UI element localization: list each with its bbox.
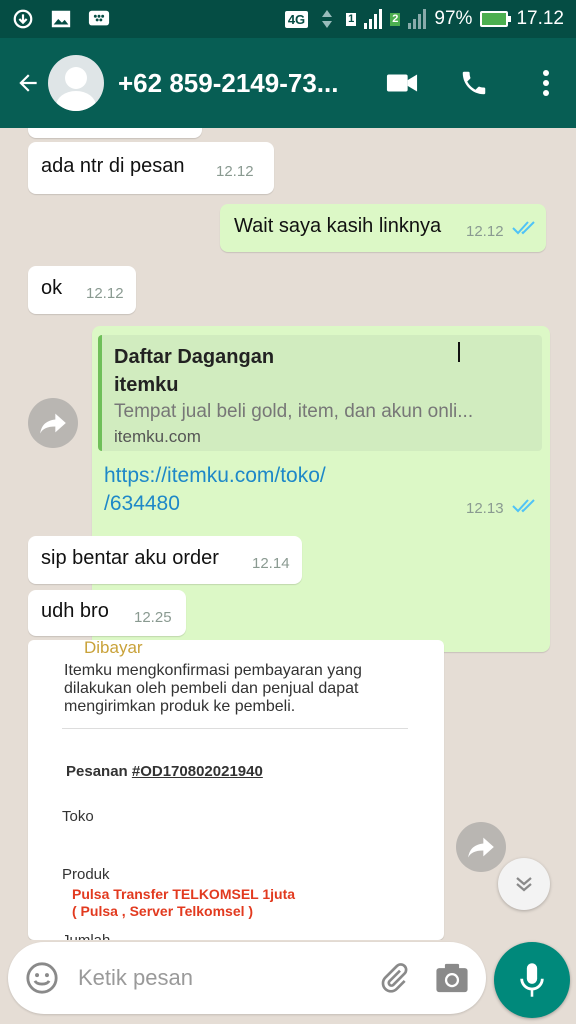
forward-button[interactable] bbox=[456, 822, 506, 872]
link-preview-domain: itemku.com bbox=[114, 427, 201, 446]
link-preview-title-2: itemku bbox=[114, 374, 179, 396]
image-divider bbox=[62, 728, 408, 729]
message-bubble-partial bbox=[28, 128, 202, 138]
attach-icon[interactable] bbox=[376, 960, 412, 996]
link-line[interactable]: /634480 bbox=[104, 490, 326, 518]
link-line[interactable]: https://itemku.com/toko/ bbox=[104, 462, 326, 490]
forward-icon bbox=[468, 837, 494, 858]
chat-header: +62 859-2149-73... bbox=[0, 38, 576, 128]
message-time: 12.13 bbox=[466, 500, 504, 517]
message-link[interactable]: https://itemku.com/toko/ /634480 bbox=[104, 462, 326, 518]
bbm-icon bbox=[88, 8, 110, 30]
more-options-icon[interactable] bbox=[530, 67, 562, 99]
signal-icon bbox=[364, 9, 383, 29]
message-text: sip bentar aku order bbox=[41, 547, 219, 569]
chevron-double-down-icon bbox=[516, 877, 532, 892]
image-icon bbox=[50, 8, 72, 30]
message-incoming[interactable]: udh bro 12.25 bbox=[28, 590, 186, 636]
sim1-badge: 1 bbox=[346, 12, 357, 26]
image-paragraph: Itemku mengkonfirmasi pembayaran yang di… bbox=[64, 662, 362, 715]
message-incoming[interactable]: sip bentar aku order 12.14 bbox=[28, 536, 302, 584]
read-ticks-icon bbox=[512, 220, 538, 241]
link-preview-title: Daftar Dagangan bbox=[114, 346, 275, 368]
message-text: ok bbox=[41, 277, 63, 299]
battery-icon bbox=[480, 11, 512, 27]
message-text: Wait saya kasih linknya bbox=[234, 215, 442, 237]
mic-button[interactable] bbox=[494, 942, 570, 1018]
clock: 17.12 bbox=[516, 8, 564, 29]
battery-percent: 97% bbox=[434, 8, 473, 29]
link-preview-card[interactable]: Daftar Dagangan itemku Tempat jual beli … bbox=[98, 335, 542, 451]
order-label: Pesanan bbox=[66, 763, 128, 780]
avatar[interactable] bbox=[48, 55, 104, 111]
status-notifications bbox=[12, 8, 110, 30]
header-actions bbox=[386, 67, 562, 99]
message-time: 12.12 bbox=[216, 163, 254, 180]
network-badge: 4G bbox=[284, 10, 309, 28]
emoji-icon[interactable] bbox=[24, 960, 60, 996]
order-id: #OD170802021940 bbox=[131, 763, 263, 780]
message-time: 12.12 bbox=[466, 223, 504, 240]
product-line: Pulsa Transfer TELKOMSEL 1juta bbox=[72, 886, 296, 902]
image-product-value: Pulsa Transfer TELKOMSEL 1juta ( Pulsa ,… bbox=[72, 886, 295, 920]
status-system: 4G 1 2 97% 17.12 bbox=[284, 8, 564, 30]
message-input[interactable] bbox=[78, 965, 376, 991]
image-shop-label: Toko bbox=[62, 808, 94, 825]
video-call-icon[interactable] bbox=[386, 67, 418, 99]
mic-icon bbox=[520, 963, 544, 997]
scroll-to-bottom-button[interactable] bbox=[498, 858, 550, 910]
message-composer bbox=[8, 942, 486, 1014]
signal-icon-2 bbox=[408, 9, 427, 29]
back-arrow-icon[interactable] bbox=[14, 69, 42, 97]
message-incoming[interactable]: ok 12.12 bbox=[28, 266, 136, 314]
message-time: 12.12 bbox=[86, 285, 124, 302]
image-amount-label: Jumlah bbox=[62, 932, 110, 940]
message-time: 12.25 bbox=[134, 609, 172, 626]
link-preview-description: Tempat jual beli gold, item, dan akun on… bbox=[114, 401, 474, 422]
message-time: 12.14 bbox=[252, 555, 290, 572]
forward-button[interactable] bbox=[28, 398, 78, 448]
message-text: ada ntr di pesan bbox=[41, 155, 185, 177]
voice-call-icon[interactable] bbox=[458, 67, 490, 99]
read-ticks-icon bbox=[512, 498, 538, 519]
message-incoming[interactable]: ada ntr di pesan 12.12 bbox=[28, 142, 274, 194]
message-text: udh bro bbox=[41, 600, 109, 622]
camera-icon[interactable] bbox=[434, 960, 470, 996]
image-product-label: Produk bbox=[62, 866, 110, 883]
download-icon bbox=[12, 8, 34, 30]
contact-name[interactable]: +62 859-2149-73... bbox=[118, 68, 370, 99]
image-order-line: Pesanan #OD170802021940 bbox=[66, 763, 263, 780]
image-message[interactable]: Dibayar Itemku mengkonfirmasi pembayaran… bbox=[28, 640, 444, 940]
status-bar: 4G 1 2 97% 17.12 bbox=[0, 0, 576, 38]
sim2-badge: 2 bbox=[390, 12, 401, 26]
data-arrows-icon bbox=[316, 8, 338, 30]
chat-area[interactable]: ada ntr di pesan 12.12 Wait saya kasih l… bbox=[0, 128, 576, 940]
forward-icon bbox=[40, 413, 66, 434]
product-line: ( Pulsa , Server Telkomsel ) bbox=[72, 903, 254, 919]
text-cursor bbox=[458, 342, 460, 362]
message-outgoing[interactable]: Wait saya kasih linknya 12.12 bbox=[220, 204, 546, 252]
image-heading-partial: Dibayar bbox=[84, 640, 143, 657]
